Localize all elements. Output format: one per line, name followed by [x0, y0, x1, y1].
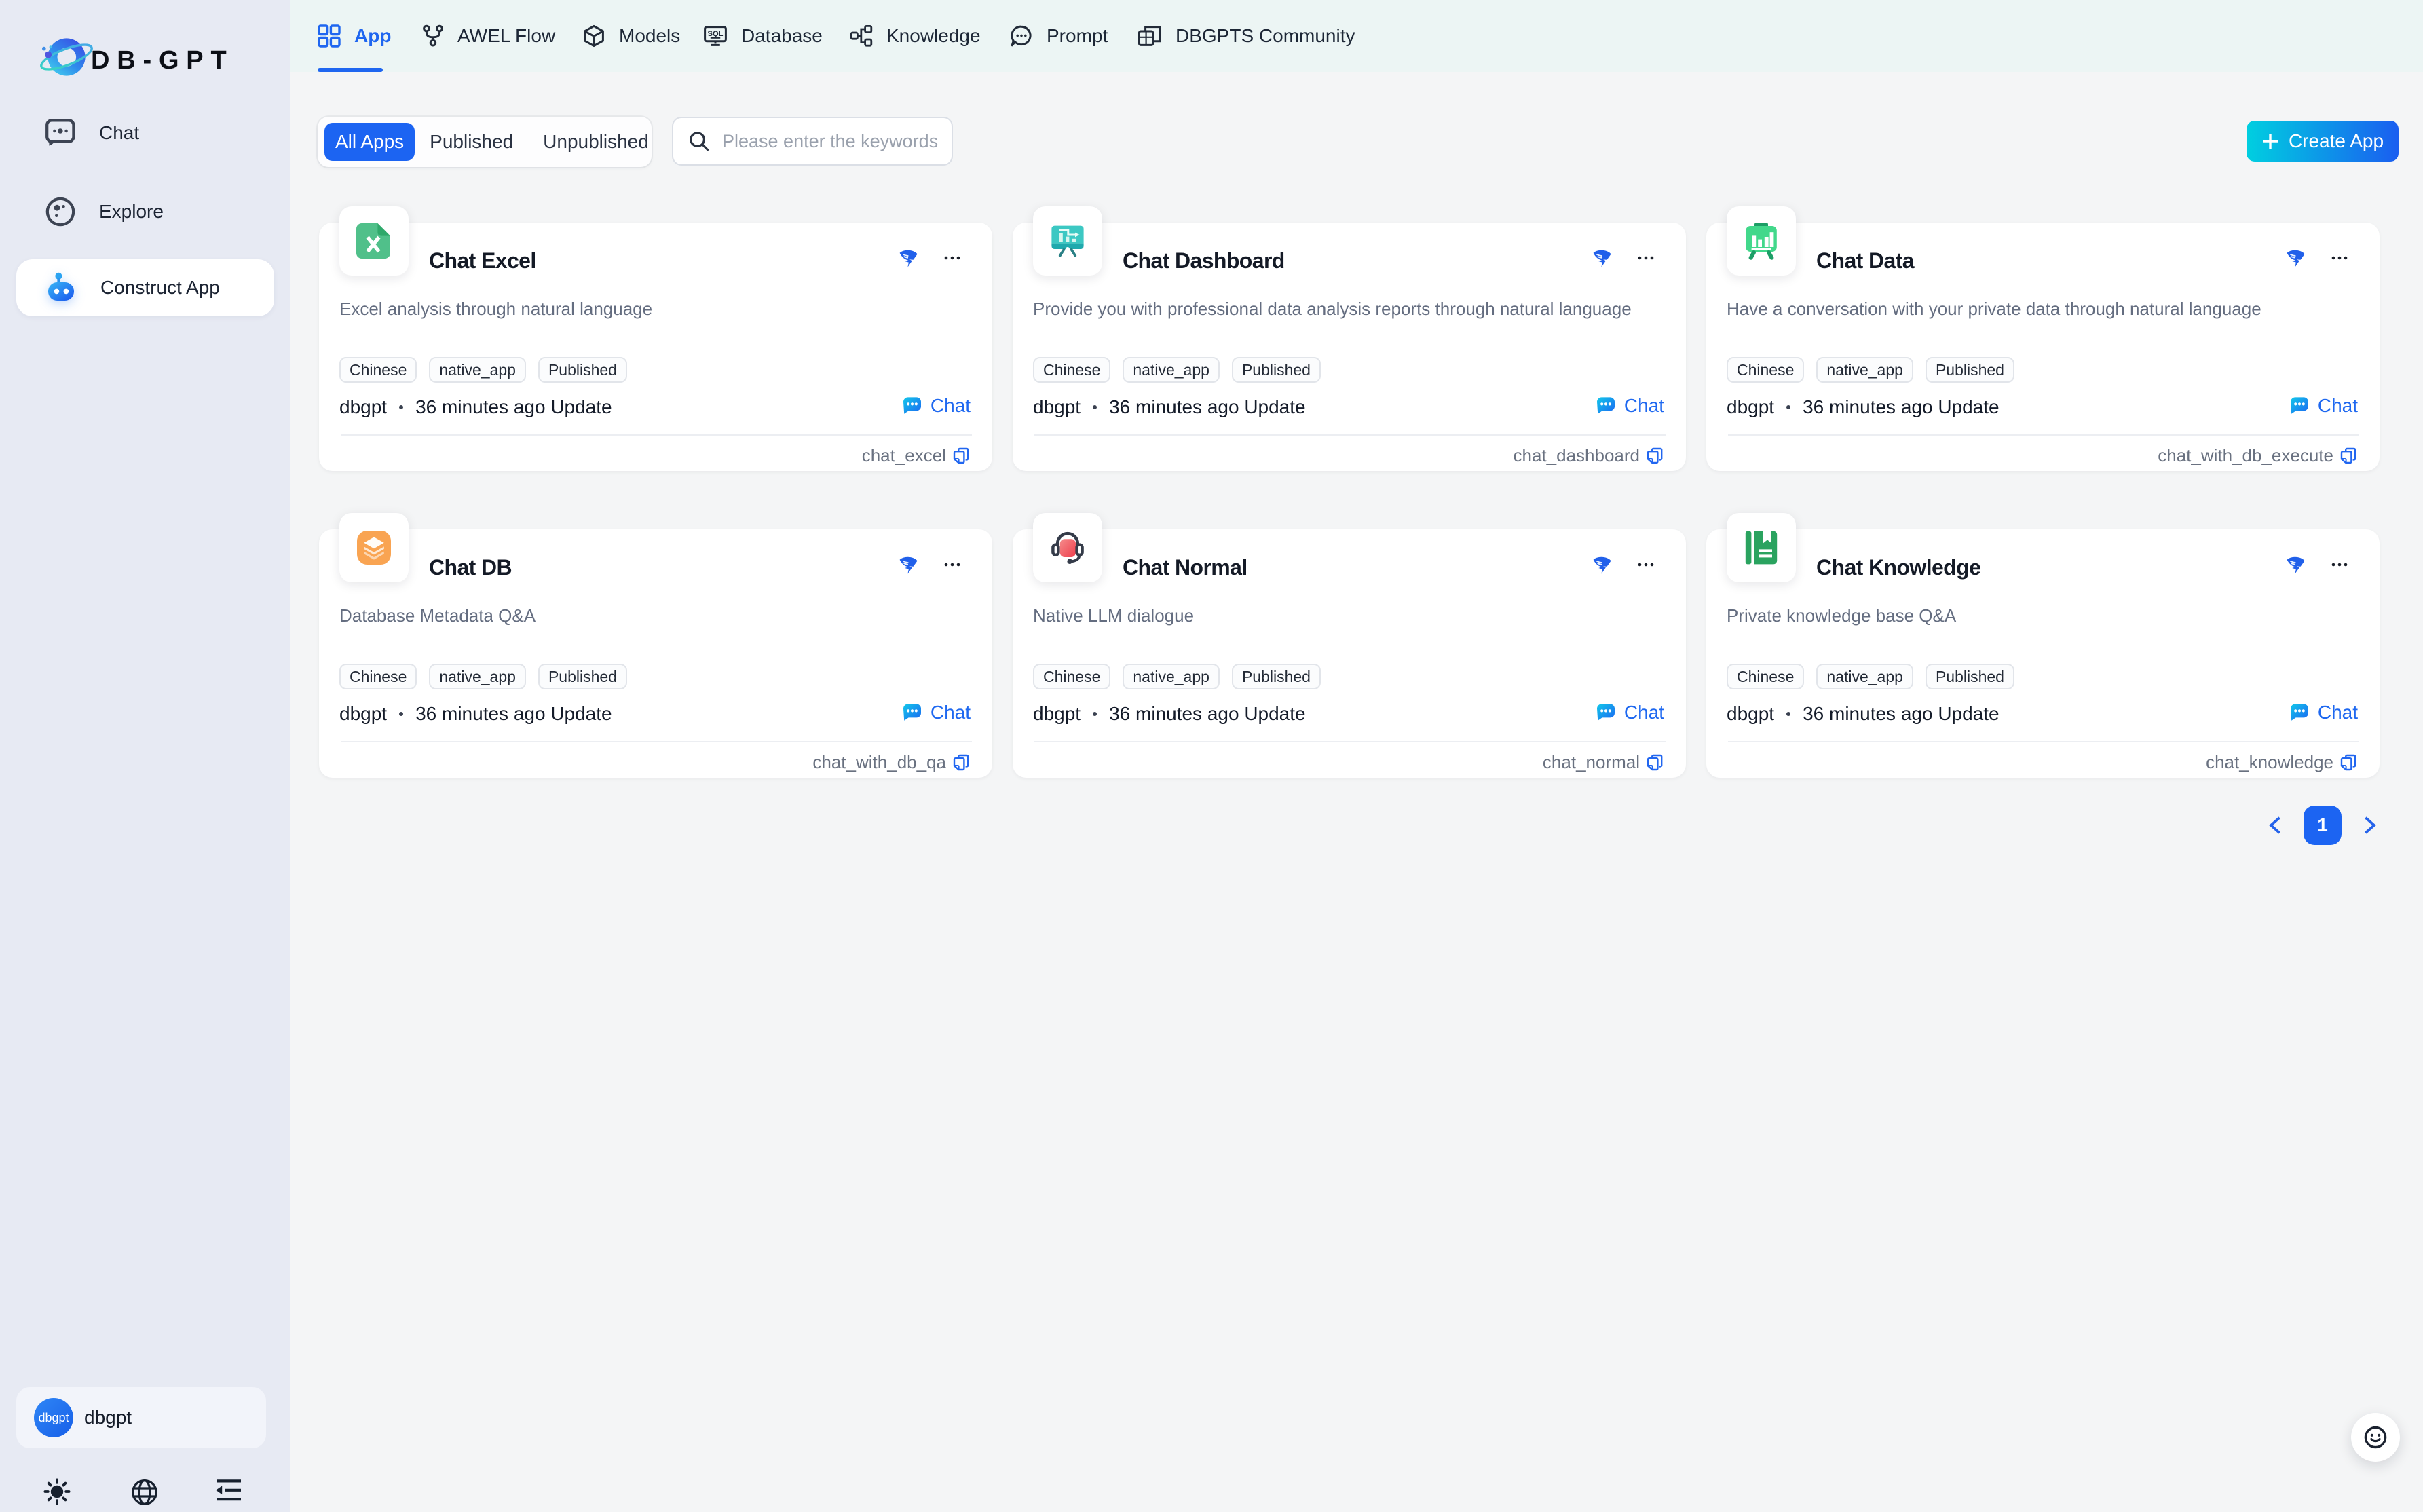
- svg-text:DB-GPT: DB-GPT: [91, 46, 233, 75]
- svg-text:SQL: SQL: [708, 30, 724, 38]
